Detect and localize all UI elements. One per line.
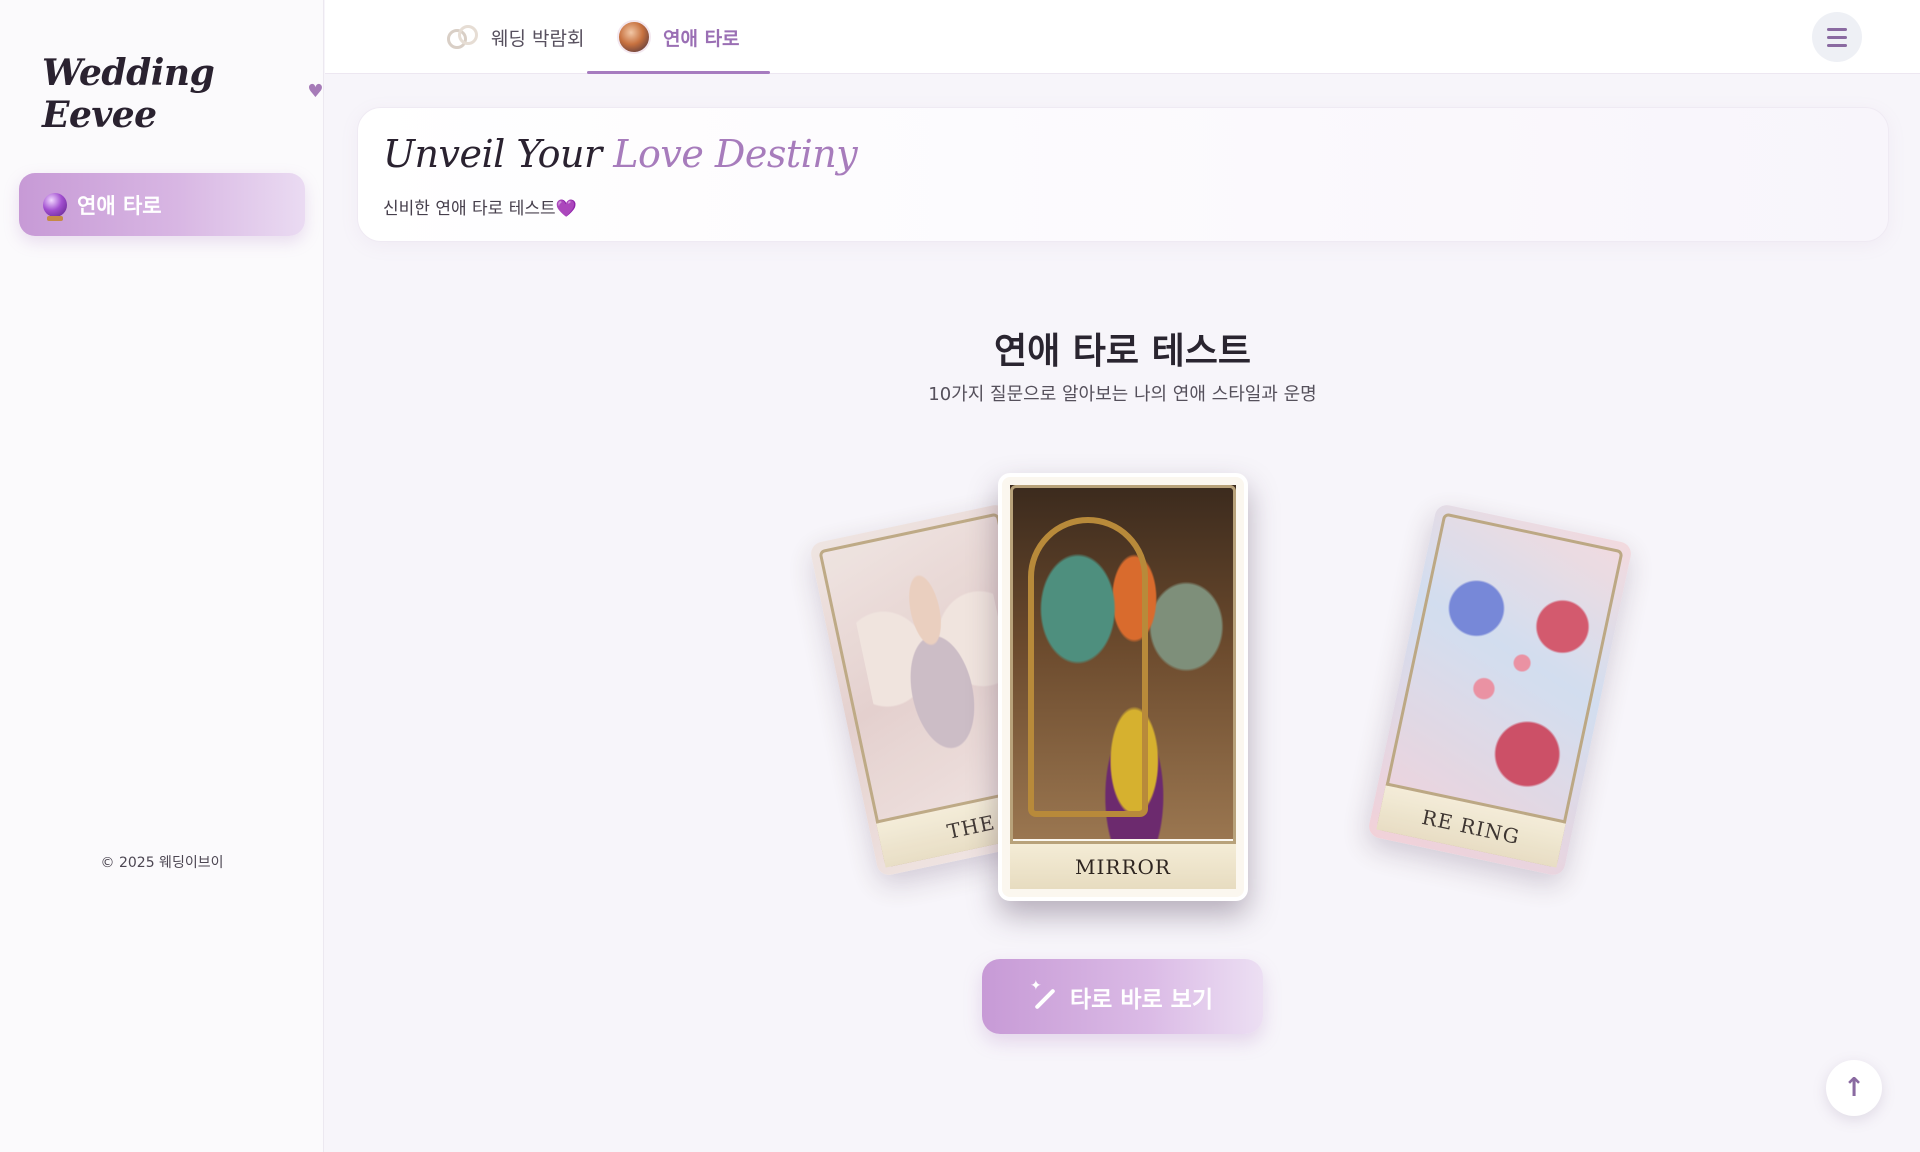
purple-heart-icon: 💜 bbox=[555, 199, 577, 219]
sidebar-item-label: 연애 타로 bbox=[77, 193, 162, 218]
view-tarot-button[interactable]: 타로 바로 보기 bbox=[982, 959, 1263, 1034]
card-label: MIRROR bbox=[1010, 841, 1236, 889]
heart-icon: ♥ bbox=[307, 80, 323, 102]
page-subtitle: 10가지 질문으로 알아보는 나의 연애 스타일과 운명 bbox=[928, 384, 1317, 405]
page-title: 연애 타로 테스트 bbox=[994, 331, 1251, 372]
tarot-card-center: MIRROR bbox=[998, 473, 1248, 901]
magic-wand-icon bbox=[1030, 978, 1058, 1010]
copyright-text: © 2025 웨딩이브이 bbox=[100, 855, 224, 871]
tab-label: 연애 타로 bbox=[663, 27, 740, 50]
hero-title-plain: Unveil Your bbox=[383, 132, 602, 176]
sidebar-item-love-tarot[interactable]: 연애 타로 bbox=[19, 173, 305, 236]
scroll-to-top-button[interactable]: ↑ bbox=[1826, 1060, 1882, 1116]
tarot-thumbnail-icon bbox=[617, 20, 651, 54]
hero-subtitle-text: 신비한 연애 타로 테스트 bbox=[383, 199, 556, 219]
sidebar: Wedding Eevee ♥ 연애 타로 © 2025 웨딩이브이 bbox=[0, 0, 324, 1152]
hero-subtitle: 신비한 연애 타로 테스트💜 bbox=[383, 194, 577, 219]
arrow-up-icon: ↑ bbox=[1843, 1073, 1865, 1103]
tab-love-tarot[interactable]: 연애 타로 bbox=[587, 0, 770, 74]
hamburger-menu-icon[interactable] bbox=[1812, 12, 1862, 62]
hero-title: Unveil Your Love Destiny bbox=[383, 132, 858, 176]
wedding-rings-icon bbox=[445, 23, 479, 51]
tab-label: 웨딩 박람회 bbox=[491, 27, 585, 50]
hero-banner: Unveil Your Love Destiny 신비한 연애 타로 테스트💜 bbox=[357, 107, 1889, 242]
tarot-card-spread: THE RE RING MIRROR bbox=[800, 460, 1640, 920]
tarot-card-right: RE RING bbox=[1366, 502, 1634, 878]
crystal-ball-icon bbox=[43, 192, 67, 221]
brand-name: Wedding Eevee bbox=[42, 52, 215, 136]
hero-title-accent: Love Destiny bbox=[613, 132, 858, 176]
cta-label: 타로 바로 보기 bbox=[1070, 986, 1213, 1013]
top-navigation: 웨딩 박람회 연애 타로 bbox=[325, 0, 1920, 74]
brand-logo[interactable]: Wedding Eevee ♥ bbox=[42, 52, 323, 136]
tab-wedding-expo[interactable]: 웨딩 박람회 bbox=[415, 0, 614, 74]
